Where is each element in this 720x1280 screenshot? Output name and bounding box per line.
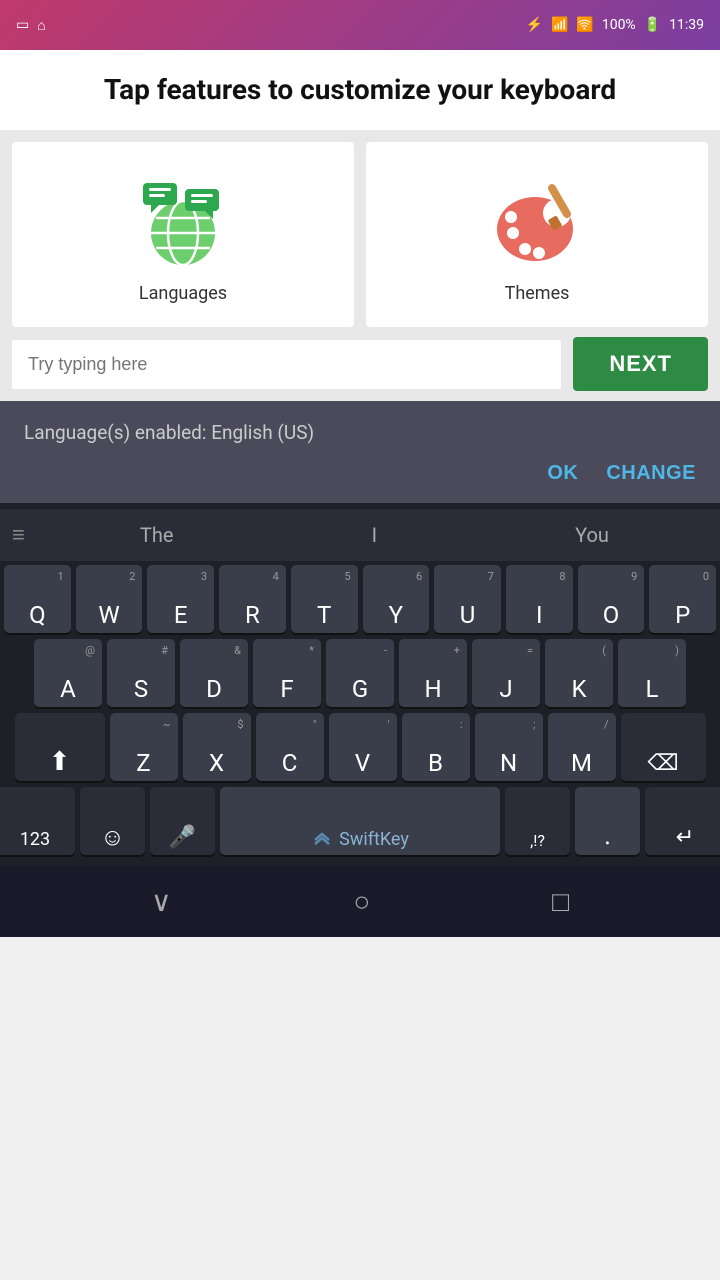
key-l[interactable]: )L [618,639,686,707]
key-y[interactable]: 6Y [363,565,430,633]
suggestion-row: ≡ The I You [0,509,720,561]
key-s[interactable]: #S [107,639,175,707]
key-row-2: @A #S &D *F -G +H =J (K )L [4,639,716,707]
languages-label: Languages [139,283,227,304]
key-row-4: 123 ☺ 🎤 SwiftKey ,!? [4,787,716,855]
home-nav-icon[interactable]: ○ [353,885,370,918]
wifi-icon: 🛜 [576,17,593,33]
languages-card[interactable]: Languages [12,142,354,327]
language-info-bar: Language(s) enabled: English (US) OK CHA… [0,401,720,503]
key-f[interactable]: *F [253,639,321,707]
key-r[interactable]: 4R [219,565,286,633]
battery-percent: 100% [602,17,636,33]
enter-key[interactable]: ↵ [645,787,720,855]
key-rows: 1Q 2W 3E 4R 5T 6Y 7U 8I 9O 0P @A #S &D *… [0,561,720,865]
key-v[interactable]: 'V [329,713,397,781]
header-section: Tap features to customize your keyboard [0,50,720,130]
language-info-text: Language(s) enabled: English (US) [24,421,696,444]
key-x[interactable]: $X [183,713,251,781]
languages-icon [133,171,233,271]
key-j[interactable]: =J [472,639,540,707]
swiftkey-logo: SwiftKey [311,831,409,849]
recent-nav-icon[interactable]: □ [552,885,569,918]
typing-area: NEXT [0,327,720,401]
swiftkey-text: SwiftKey [339,831,409,849]
change-button[interactable]: CHANGE [606,462,696,485]
space-key[interactable]: SwiftKey [220,787,500,855]
screen-icon: ▭ [16,17,29,33]
battery-icon: 🔋 [644,17,661,33]
signal-icon: 📶 [551,17,568,33]
status-right-info: ⚡ 📶 🛜 100% 🔋 11:39 [526,17,704,33]
key-row-1: 1Q 2W 3E 4R 5T 6Y 7U 8I 9O 0P [4,565,716,633]
next-button[interactable]: NEXT [573,337,708,391]
shift-key[interactable]: ⬆ [15,713,105,781]
key-i[interactable]: 8I [506,565,573,633]
themes-label: Themes [505,283,570,304]
key-b[interactable]: :B [402,713,470,781]
hamburger-icon[interactable]: ≡ [12,522,25,548]
key-o[interactable]: 9O [578,565,645,633]
suggestion-you[interactable]: You [575,523,609,547]
mic-key[interactable]: 🎤 [150,787,215,855]
navigation-bar: ∨ ○ □ [0,865,720,937]
suggestions-list: The I You [41,523,708,547]
key-t[interactable]: 5T [291,565,358,633]
key-m[interactable]: /M [548,713,616,781]
status-bar: ▭ ⌂ ⚡ 📶 🛜 100% 🔋 11:39 [0,0,720,50]
suggestion-i[interactable]: I [372,523,377,547]
backspace-key[interactable]: ⌫ [621,713,706,781]
key-e[interactable]: 3E [147,565,214,633]
status-left-icons: ▭ ⌂ [16,17,46,34]
key-g[interactable]: -G [326,639,394,707]
key-123[interactable]: 123 [0,787,75,855]
key-d[interactable]: &D [180,639,248,707]
key-u[interactable]: 7U [434,565,501,633]
emoji-key[interactable]: ☺ [80,787,145,855]
key-row-3: ⬆ ~Z $X "C 'V :B ;N /M ⌫ [4,713,716,781]
key-c[interactable]: "C [256,713,324,781]
feature-cards-container: Languages Themes [0,130,720,327]
keyboard: ≡ The I You 1Q 2W 3E 4R 5T 6Y 7U 8I 9O 0… [0,503,720,865]
bluetooth-icon: ⚡ [526,17,543,33]
themes-card[interactable]: Themes [366,142,708,327]
key-z[interactable]: ~Z [110,713,178,781]
key-h[interactable]: +H [399,639,467,707]
page-title: Tap features to customize your keyboard [28,72,692,108]
notification-icon: ⌂ [37,17,45,34]
dot-key[interactable]: . [575,787,640,855]
key-q[interactable]: 1Q [4,565,71,633]
key-k[interactable]: (K [545,639,613,707]
time: 11:39 [669,17,704,33]
language-actions: OK CHANGE [24,462,696,503]
key-w[interactable]: 2W [76,565,143,633]
suggestion-the[interactable]: The [140,523,174,547]
key-n[interactable]: ;N [475,713,543,781]
back-nav-icon[interactable]: ∨ [151,885,172,918]
key-p[interactable]: 0P [649,565,716,633]
typing-input[interactable] [12,340,561,389]
punctuation-key[interactable]: ,!? [505,787,570,855]
ok-button[interactable]: OK [547,462,578,485]
key-a[interactable]: @A [34,639,102,707]
swiftkey-chevron-icon [311,832,333,848]
themes-icon [487,171,587,271]
